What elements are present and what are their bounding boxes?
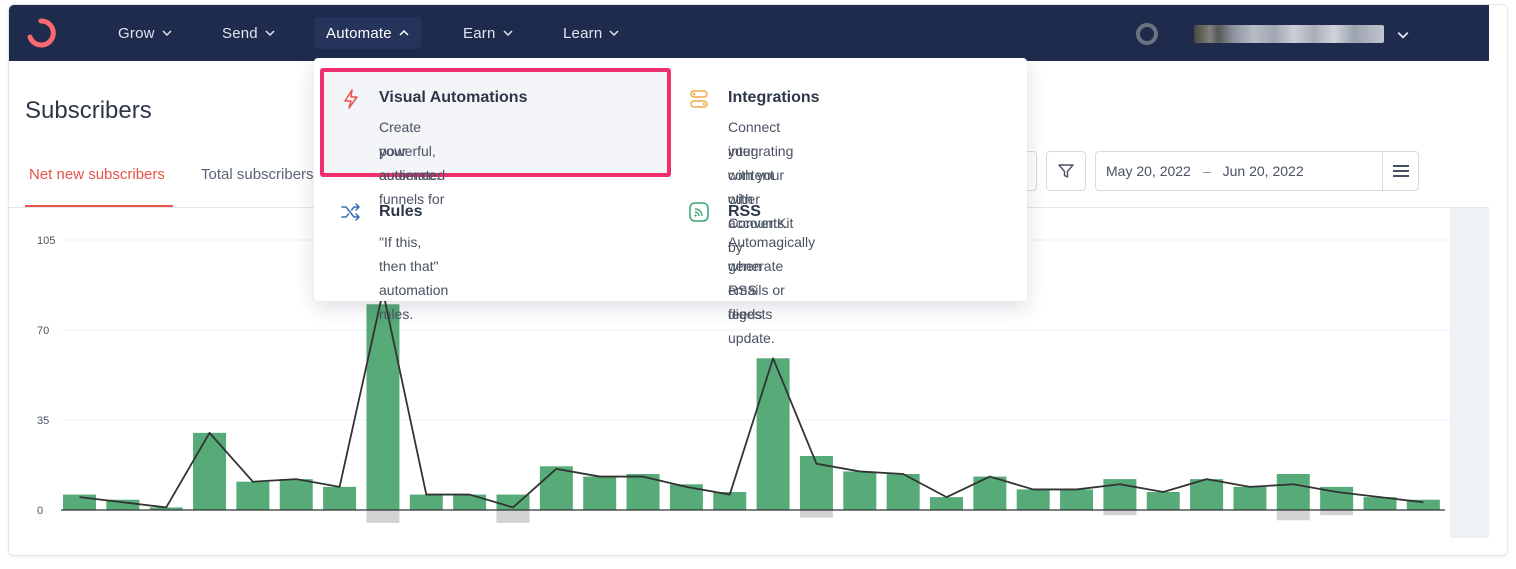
negative-bar — [799, 510, 833, 518]
negative-bar — [1103, 510, 1137, 516]
nav-send-label: Send — [222, 24, 258, 42]
y-tick-label: 35 — [37, 415, 49, 427]
bar — [193, 432, 227, 510]
y-tick-label: 0 — [37, 505, 43, 517]
dropdown-item-title: Integrations — [728, 89, 820, 106]
menu-icon — [1392, 165, 1409, 177]
chevron-down-icon — [502, 30, 513, 37]
negative-bar — [1276, 510, 1310, 521]
account-name-blurred[interactable] — [1194, 25, 1384, 43]
dropdown-item-desc: when RSS feeds update. — [728, 258, 775, 346]
negative-bar — [366, 510, 400, 523]
automate-dropdown: Visual Automations Create powerful, auto… — [314, 58, 1027, 346]
chevron-down-icon — [265, 30, 275, 37]
bar — [1233, 486, 1267, 510]
nav-automate[interactable]: Automate — [314, 17, 421, 49]
integrations-icon — [690, 90, 708, 108]
negative-bar — [1320, 510, 1354, 516]
status-icon[interactable] — [1136, 23, 1158, 45]
dropdown-item-title: RSS — [728, 203, 761, 220]
bar — [539, 466, 573, 510]
chevron-up-icon — [399, 29, 409, 36]
chevron-down-icon — [609, 30, 619, 37]
bar — [409, 494, 443, 510]
convertkit-logo[interactable] — [25, 17, 57, 49]
top-navbar: Grow Send Automate Earn Learn — [9, 5, 1489, 61]
bar — [583, 476, 617, 510]
chevron-down-icon[interactable] — [1397, 29, 1409, 41]
bar — [366, 304, 400, 510]
bar — [1060, 489, 1094, 510]
highlight-box — [320, 68, 671, 177]
filter-icon — [1058, 164, 1074, 178]
bar — [323, 486, 357, 510]
bar — [930, 497, 963, 510]
dropdown-item-desc: "If this, then that" automation rules. — [379, 234, 449, 322]
nav-send[interactable]: Send — [222, 5, 275, 61]
bar — [756, 358, 790, 510]
bar — [1146, 492, 1180, 510]
nav-earn-label: Earn — [463, 24, 496, 42]
y-tick-label: 70 — [37, 325, 49, 337]
dropdown-item-title: Rules — [379, 203, 423, 220]
nav-learn[interactable]: Learn — [563, 5, 619, 61]
nav-learn-label: Learn — [563, 24, 603, 42]
date-separator: – — [1202, 163, 1211, 179]
app-window: Grow Send Automate Earn Learn Subscriber… — [8, 4, 1508, 556]
nav-automate-label: Automate — [326, 24, 392, 42]
y-tick-label: 105 — [37, 235, 55, 247]
rss-icon — [689, 202, 709, 222]
chart-side-panel — [1450, 208, 1489, 538]
bar — [63, 494, 96, 510]
bar — [279, 479, 313, 510]
dropdown-item-title: Visual Automations — [379, 89, 528, 106]
bar — [453, 494, 487, 510]
bar — [1016, 489, 1050, 510]
date-menu-button[interactable] — [1382, 152, 1418, 190]
chevron-down-icon — [162, 30, 172, 37]
date-end: Jun 20, 2022 — [1222, 163, 1304, 179]
shuffle-icon — [341, 203, 360, 221]
bar — [1276, 474, 1310, 510]
negative-bar — [496, 510, 530, 523]
dropdown-item-desc: your audience. — [379, 143, 440, 183]
page-title: Subscribers — [25, 97, 152, 124]
tab-net-new-subscribers[interactable]: Net new subscribers — [29, 166, 165, 183]
bar — [236, 481, 270, 510]
bar — [1190, 479, 1224, 510]
nav-grow-label: Grow — [118, 24, 155, 42]
filter-button[interactable] — [1046, 151, 1086, 191]
bar — [843, 471, 877, 510]
nav-grow[interactable]: Grow — [118, 5, 172, 61]
date-range-picker[interactable]: May 20, 2022 – Jun 20, 2022 — [1095, 151, 1419, 191]
lightning-icon — [344, 89, 358, 109]
tab-total-subscribers[interactable]: Total subscribers — [201, 166, 314, 183]
nav-earn[interactable]: Earn — [463, 5, 513, 61]
date-start: May 20, 2022 — [1106, 163, 1191, 179]
